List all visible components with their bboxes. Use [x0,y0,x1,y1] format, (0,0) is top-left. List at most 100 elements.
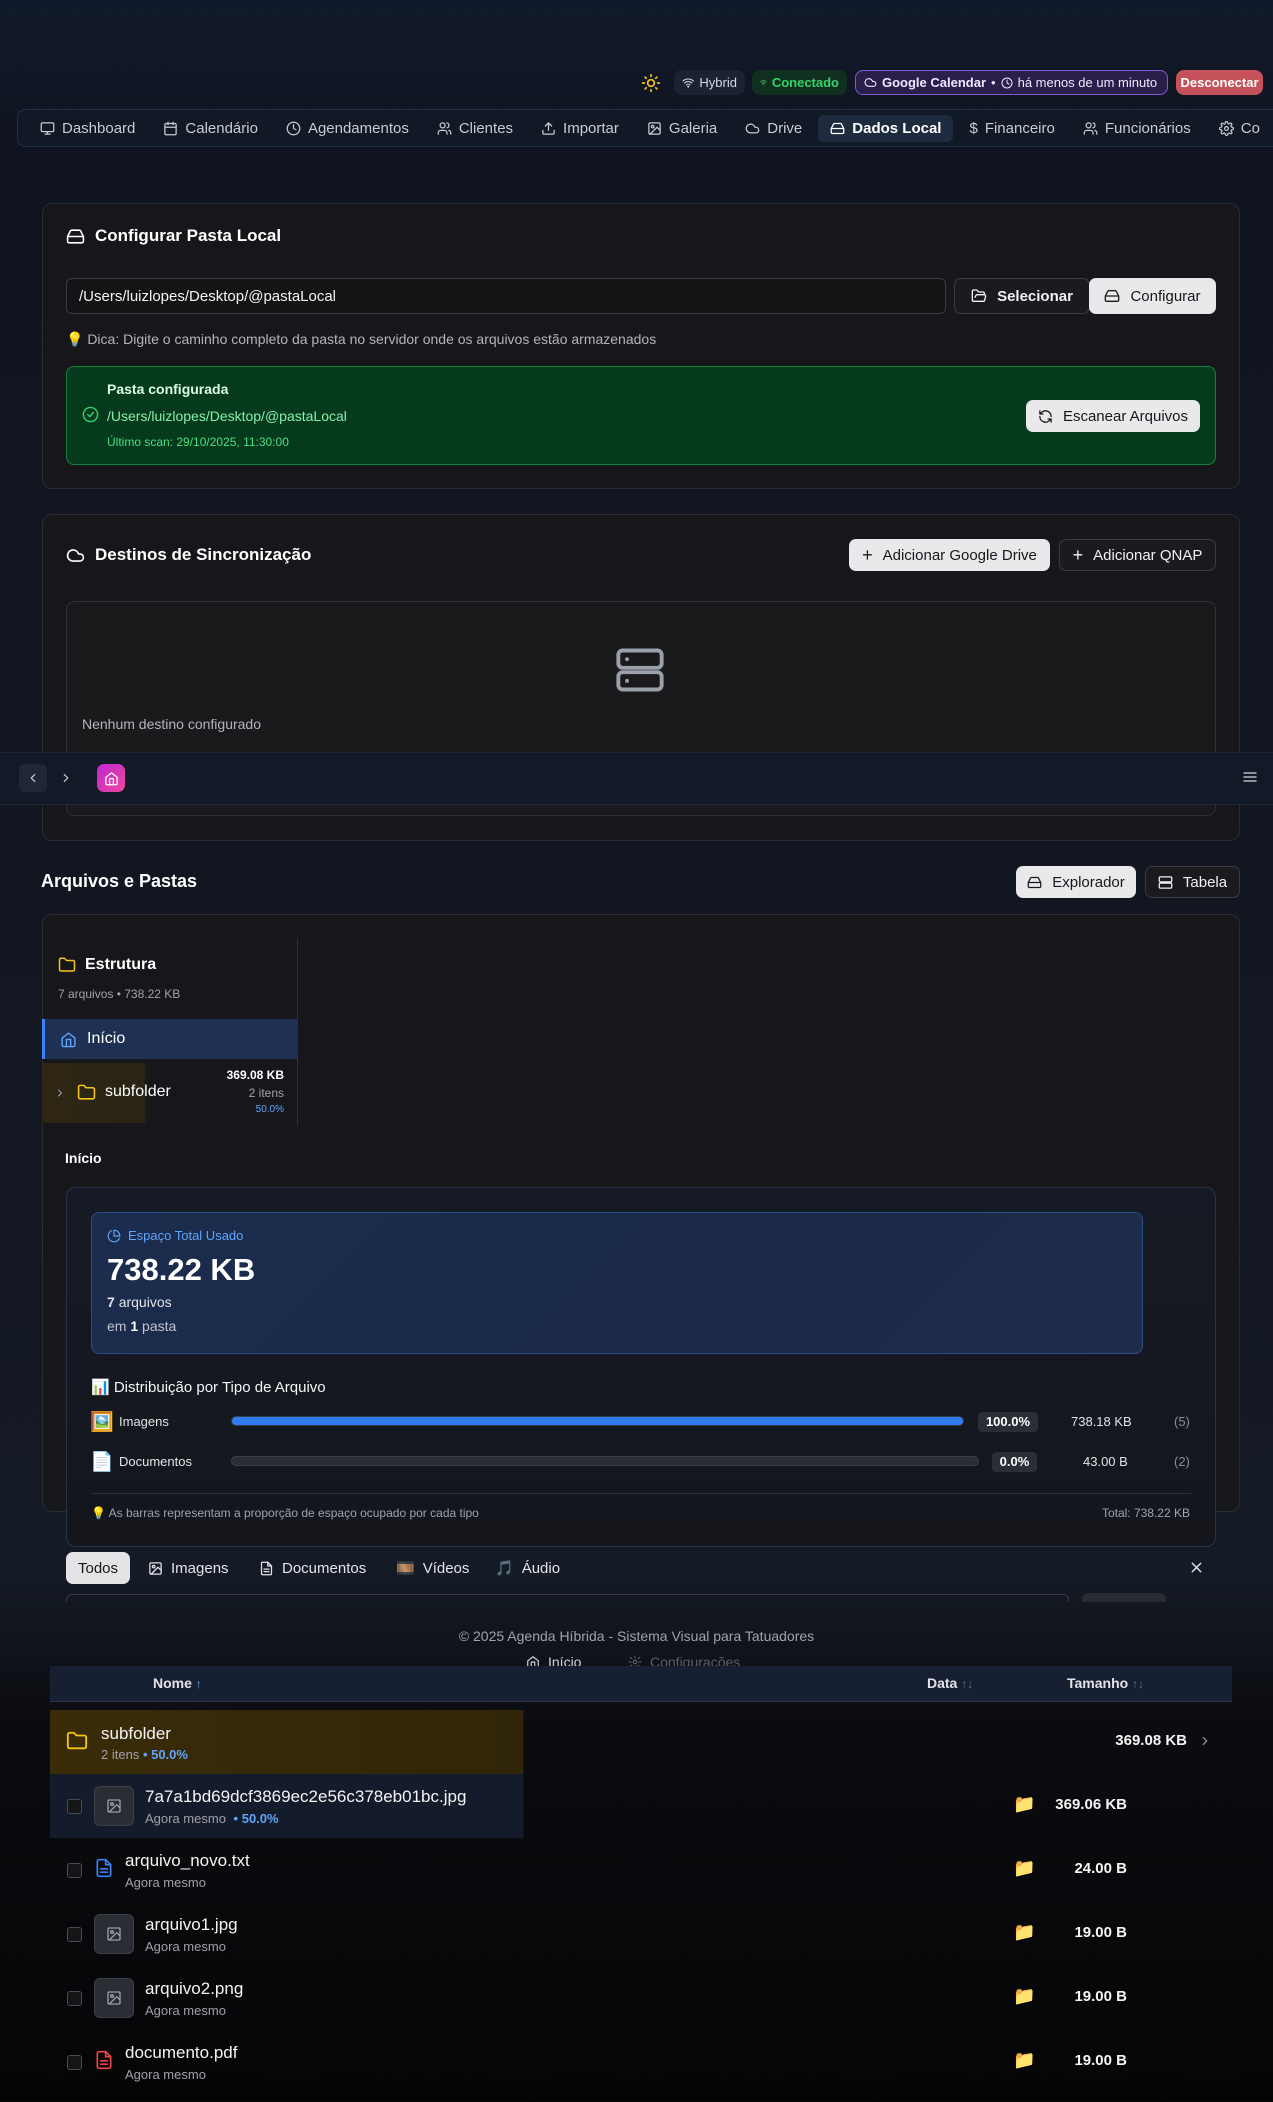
row-checkbox[interactable] [67,1799,82,1814]
nav-dashboard[interactable]: Dashboard [28,115,147,142]
filter-videos[interactable]: 🎞️ Vídeos [384,1552,481,1584]
folders-prefix: em [107,1318,127,1334]
filter-all[interactable]: Todos [66,1552,131,1584]
browser-toolbar [0,752,1273,805]
button-label: Explorador [1052,873,1125,891]
folder-name: subfolder [101,1724,171,1743]
calendar-time: há menos de um minuto [1017,75,1158,90]
nav-label: Dashboard [62,119,136,137]
nav-label: Agendamentos [307,119,409,137]
image-icon [107,1927,121,1941]
filter-images[interactable]: Imagens [136,1552,241,1584]
tree-meta: 7 arquivos • 738.22 KB [58,987,181,1001]
folder-path-input[interactable] [66,278,946,314]
file-size: 19.00 B [1074,1988,1127,2005]
nav-funcionarios[interactable]: Funcionários [1071,115,1203,142]
file-size: 19.00 B [1074,2052,1127,2069]
file-size: 24.00 B [1074,1860,1127,1877]
configure-button[interactable]: Configurar [1089,278,1216,314]
folder-icon[interactable]: 📁 [1013,1794,1035,1815]
row-checkbox[interactable] [67,1863,82,1878]
cloud-icon [66,548,85,562]
card-title-text: Configurar Pasta Local [95,226,282,245]
connection-badge: Conectado [752,70,847,95]
nav-agendamentos[interactable]: Agendamentos [274,115,421,142]
folder-size: 369.08 KB [1115,1732,1187,1749]
nav-configuracoes[interactable]: Co [1207,115,1272,142]
app-home-button[interactable] [97,764,125,792]
home-icon [61,1031,76,1047]
type-pct-images: 100.0% [978,1412,1038,1432]
table-row-folder[interactable]: subfolder 2 itens • 50.0% 369.08 KB [50,1710,1232,1774]
documents-bar [231,1456,979,1466]
connection-label: Conectado [771,75,839,90]
image-icon [648,121,661,135]
nav-drive[interactable]: Drive [733,115,814,142]
nav-importar[interactable]: Importar [529,115,631,142]
col-name-header[interactable]: Nome ↑ [153,1675,202,1691]
nav-clientes[interactable]: Clientes [425,115,525,142]
type-pct-documents: 0.0% [992,1452,1037,1472]
nav-dados-local[interactable]: Dados Local [818,114,954,142]
table-row[interactable]: documento.pdf Agora mesmo 📁 19.00 B [50,2030,1232,2094]
usage-label: Espaço Total Usado [107,1228,243,1243]
server-icon [614,644,666,696]
table-icon [1158,875,1173,889]
table-row[interactable]: 7a7a1bd69dcf3869ec2e56c378eb01bc.jpg Ago… [50,1774,1232,1838]
theme-toggle-icon[interactable] [641,73,661,93]
tree-divider [297,938,298,1126]
refresh-icon [1039,409,1052,423]
folder-pct: • 50.0% [142,1747,188,1762]
nav-label: Galeria [668,119,718,137]
filter-documents[interactable]: Documentos [247,1552,378,1584]
type-size-images: 738.18 KB [1071,1414,1132,1429]
folder-icon[interactable]: 📁 [1013,1986,1035,2007]
close-icon [1191,1562,1202,1573]
forward-button[interactable] [52,764,80,792]
disconnect-label: Desconectar [1180,75,1259,90]
button-label: Adicionar Google Drive [882,546,1037,564]
filter-audio[interactable]: 🎵 Áudio [483,1552,572,1584]
plus-icon: + [862,544,873,565]
nav-calendario[interactable]: Calendário [151,115,270,142]
back-button[interactable] [19,764,47,792]
google-calendar-badge[interactable]: Google Calendar • há menos de um minuto [855,70,1168,95]
separator-dot: • [991,75,996,90]
col-size-header[interactable]: Tamanho ↑↓ [1067,1675,1144,1691]
tree-title-text: Estrutura [85,956,157,973]
usage-folders-count: em 1 pasta [107,1318,176,1334]
folder-icon[interactable]: 📁 [1013,1858,1035,1879]
tree-item-subfolder[interactable]: subfolder 369.08 KB 2 itens 50.0% [42,1063,297,1123]
table-view-button[interactable]: Tabela [1145,866,1240,898]
folder-meta: 2 itens • 50.0% [101,1747,188,1762]
close-filter-button[interactable] [1188,1559,1205,1576]
row-checkbox[interactable] [67,1991,82,2006]
nav-financeiro[interactable]: $ Financeiro [957,115,1066,142]
file-size: 369.06 KB [1055,1796,1127,1813]
film-icon: 🎞️ [396,1560,415,1577]
folder-icon[interactable]: 📁 [1013,1922,1035,1943]
col-date-header[interactable]: Data ↑↓ [927,1675,973,1691]
menu-icon[interactable] [1242,769,1258,785]
calendar-label: Google Calendar [882,75,987,90]
filter-label: Áudio [521,1559,561,1577]
add-google-drive-button[interactable]: + Adicionar Google Drive [849,539,1050,571]
table-row[interactable]: arquivo2.png Agora mesmo 📁 19.00 B [50,1966,1232,2030]
files-count: 7 [107,1294,115,1310]
select-folder-button[interactable]: Selecionar [954,278,1090,314]
table-row[interactable]: arquivo1.jpg Agora mesmo 📁 19.00 B [50,1902,1232,1966]
row-checkbox[interactable] [67,2055,82,2070]
folder-items: 2 itens [101,1747,140,1762]
folder-icon[interactable]: 📁 [1013,2050,1035,2071]
explorer-view-button[interactable]: Explorador [1016,866,1136,898]
table-row[interactable]: arquivo_novo.txt Agora mesmo 📁 24.00 B [50,1838,1232,1902]
nav-galeria[interactable]: Galeria [635,115,729,142]
row-checkbox[interactable] [67,1927,82,1942]
file-pct: • 50.0% [233,1811,279,1826]
wifi-icon [760,80,767,86]
scan-files-button[interactable]: Escanear Arquivos [1026,400,1200,432]
add-qnap-button[interactable]: + Adicionar QNAP [1059,539,1216,571]
tree-item-home[interactable]: Início [42,1019,297,1059]
disconnect-button[interactable]: Desconectar [1176,70,1263,95]
configured-path: /Users/luizlopes/Desktop/@pastaLocal [107,408,347,424]
